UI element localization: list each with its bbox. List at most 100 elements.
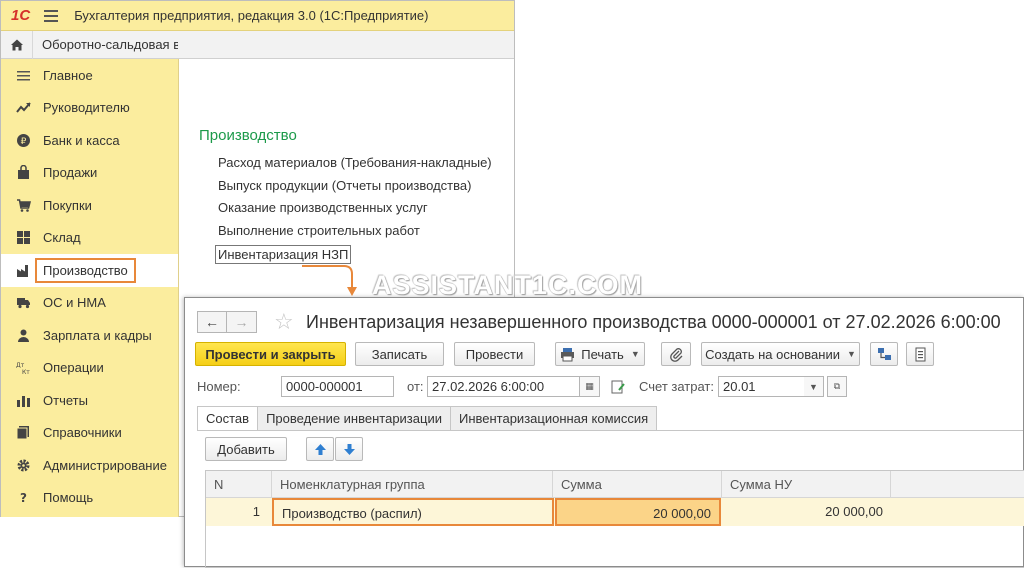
sidebar-item-help[interactable]: ? Помощь [1,482,178,515]
pointer-arrow [302,265,357,296]
sidebar-item-bank[interactable]: ₽ Банк и касса [1,124,178,157]
sidebar-item-salary[interactable]: Зарплата и кадры [1,319,178,352]
link-materials-consumption[interactable]: Расход материалов (Требования-накладные) [218,155,492,170]
sidebar-item-director[interactable]: Руководителю [1,92,178,125]
date-label: от: [407,379,424,394]
column-header-group[interactable]: Номенклатурная группа [272,471,553,498]
favorite-star-icon[interactable]: ☆ [274,309,294,335]
tab-inventory-commission[interactable]: Инвентаризационная комиссия [450,406,658,431]
cart-icon [15,197,31,213]
sidebar-item-production[interactable]: Производство [1,254,178,287]
open-window-tab[interactable]: Оборотно-сальдовая в [33,37,178,52]
sidebar-item-label: ОС и НМА [43,295,106,311]
sidebar-item-operations[interactable]: Дт Кт Операции [1,352,178,385]
sidebar-item-label: Производство [35,257,136,283]
create-based-on-button[interactable]: Создать на основании ▼ [701,342,860,366]
document-tabs: Состав Проведение инвентаризации Инвента… [197,406,658,431]
add-row-button[interactable]: Добавить [205,437,287,461]
title-bar: 1С Бухгалтерия предприятия, редакция 3.0… [1,1,514,31]
svg-text:Дт: Дт [16,362,25,369]
sidebar-item-label: Главное [43,67,93,83]
sidebar-item-label: Руководителю [43,100,130,116]
column-header-sum[interactable]: Сумма [553,471,722,498]
truck-icon [15,295,31,311]
sidebar-item-fixed-assets[interactable]: ОС и НМА [1,287,178,320]
sidebar-item-reports[interactable]: Отчеты [1,384,178,417]
question-icon: ? [15,490,31,506]
sections-sidebar: Главное Руководителю ₽ Банк и касса Прод… [1,59,179,517]
sidebar-item-admin[interactable]: Администрирование [1,449,178,482]
sidebar-item-label: Продажи [43,165,98,181]
row-sum-nu[interactable]: 20 000,00 [722,498,891,526]
open-icon[interactable]: ⧉ [827,376,847,397]
document-title: Инвентаризация незавершенного производст… [306,312,1001,332]
coin-icon: ₽ [15,132,31,148]
link-production-services[interactable]: Оказание производственных услуг [218,200,428,215]
trend-up-icon [15,100,31,116]
row-number[interactable]: 1 [206,498,268,526]
post-button[interactable]: Провести [454,342,535,366]
date-field[interactable]: 27.02.2026 6:00:00 [427,376,580,397]
print-button[interactable]: Печать ▼ [555,342,645,366]
edit-date-icon[interactable] [610,379,626,395]
section-title: Производство [199,127,297,144]
tab-composition[interactable]: Состав [197,406,259,431]
books-icon [15,425,31,441]
calendar-icon[interactable]: ▦ [580,376,600,397]
shopping-bag-icon [15,165,31,181]
paperclip-icon [669,347,682,362]
tab-inventory-posting[interactable]: Проведение инвентаризации [258,406,451,431]
composition-table: N Номенклатурная группа Сумма Сумма НУ 1… [205,470,1024,568]
gear-icon [15,457,31,473]
link-construction-works[interactable]: Выполнение строительных работ [218,223,420,238]
sidebar-item-label: Покупки [43,197,92,213]
move-up-button[interactable] [306,437,334,461]
chevron-down-icon[interactable]: ▼ [804,376,824,397]
row-group[interactable]: Производство (распил) [272,498,554,526]
arrow-up-icon [314,443,326,455]
sidebar-item-catalogs[interactable]: Справочники [1,417,178,450]
home-icon[interactable] [1,30,33,59]
table-row[interactable]: 1 Производство (распил) 20 000,00 20 000… [206,498,1024,526]
sidebar-item-main[interactable]: Главное [1,59,178,92]
sidebar-item-warehouse[interactable]: Склад [1,222,178,255]
number-field[interactable]: 0000-000001 [281,376,394,397]
post-and-close-button[interactable]: Провести и закрыть [195,342,346,366]
sidebar-item-sales[interactable]: Продажи [1,157,178,190]
journal-button[interactable] [906,342,934,366]
sidebar-item-label: Помощь [43,490,94,506]
factory-icon [15,262,31,278]
header-fields: Номер: 0000-000001 от: 27.02.2026 6:00:0… [197,376,1017,398]
cost-account-label: Счет затрат: [639,379,714,394]
sidebar-item-label: Банк и касса [43,132,120,148]
arrow-down-icon [343,443,355,455]
save-button[interactable]: Записать [355,342,444,366]
structure-button[interactable] [870,342,898,366]
svg-text:₽: ₽ [20,137,26,147]
print-label: Печать [581,346,624,362]
sidebar-item-purchases[interactable]: Покупки [1,189,178,222]
create-based-on-label: Создать на основании [705,346,840,362]
attach-files-button[interactable] [661,342,691,366]
table-header: N Номенклатурная группа Сумма Сумма НУ [206,471,1024,498]
sidebar-item-label: Склад [43,230,81,246]
document-window: ← → ☆ Инвентаризация незавершенного прои… [184,297,1024,568]
tab-divider [197,430,1023,431]
number-label: Номер: [197,379,241,394]
column-header-n[interactable]: N [206,471,272,498]
structure-icon [877,347,891,360]
cost-account-field[interactable]: 20.01 [718,376,805,397]
sidebar-item-label: Отчеты [43,392,88,408]
back-arrow-icon[interactable]: ← [197,311,227,333]
row-sum[interactable]: 20 000,00 [555,498,721,526]
forward-arrow-icon[interactable]: → [227,311,257,333]
main-menu-icon[interactable] [44,9,59,22]
link-production-output[interactable]: Выпуск продукции (Отчеты производства) [218,178,471,193]
chevron-down-icon: ▼ [846,349,856,359]
column-header-sum-nu[interactable]: Сумма НУ [722,471,891,498]
grid-blocks-icon [15,230,31,246]
menu-lines-icon [15,67,31,83]
sidebar-item-label: Зарплата и кадры [43,327,152,343]
app-logo: 1С [11,7,31,24]
move-down-button[interactable] [335,437,363,461]
